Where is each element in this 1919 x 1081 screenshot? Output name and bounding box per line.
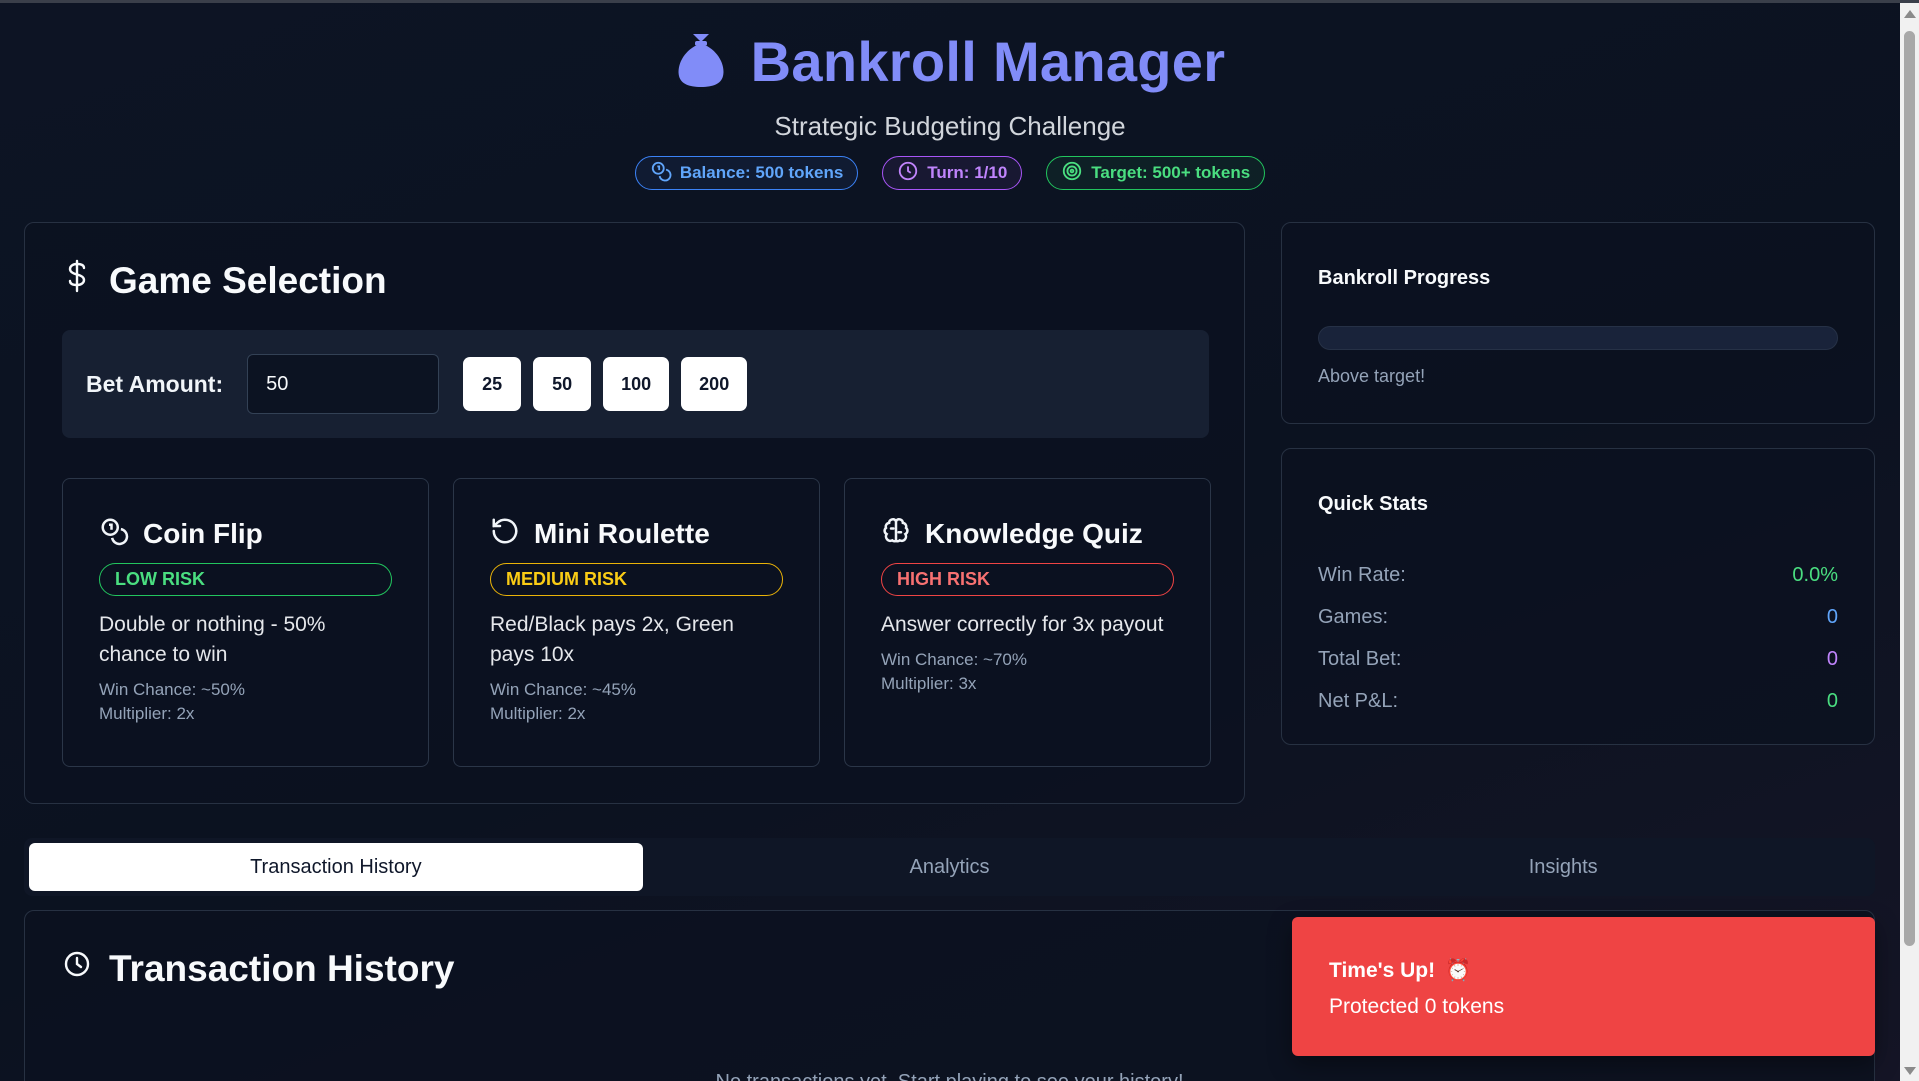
stat-label: Win Rate: bbox=[1318, 563, 1406, 586]
game-description: Red/Black pays 2x, Green pays 10x bbox=[490, 613, 734, 666]
game-selection-title: Game Selection bbox=[109, 259, 387, 301]
toast-title-row: Time's Up! ⏰ bbox=[1329, 959, 1838, 983]
progress-bar bbox=[1318, 326, 1838, 350]
scroll-down-arrow-icon[interactable] bbox=[1904, 1067, 1916, 1075]
target-badge: Target: 500+ tokens bbox=[1046, 156, 1266, 190]
game-card-mini-roulette[interactable]: Mini Roulette MEDIUM RISK Red/Black pays… bbox=[453, 478, 820, 767]
bet-amount-row: Bet Amount: 25 50 100 200 bbox=[62, 330, 1209, 438]
game-card-header: Mini Roulette bbox=[490, 517, 783, 551]
status-badges: Balance: 500 tokens Turn: 1/10 Target: 5… bbox=[0, 156, 1900, 190]
bet-amount-label: Bet Amount: bbox=[86, 370, 224, 397]
vertical-scrollbar[interactable] bbox=[1900, 3, 1919, 1081]
balance-badge: Balance: 500 tokens bbox=[634, 156, 859, 190]
scroll-up-arrow-icon[interactable] bbox=[1904, 10, 1916, 18]
transaction-history-title: Transaction History bbox=[109, 947, 455, 989]
game-description: Answer correctly for 3x payout bbox=[881, 613, 1164, 636]
target-text: Target: 500+ tokens bbox=[1091, 163, 1251, 182]
game-cards: Coin Flip LOW RISK Double or nothing - 5… bbox=[62, 478, 1211, 767]
tab-bar: Transaction History Analytics Insights bbox=[24, 838, 1875, 896]
multiplier: Multiplier: 2x bbox=[490, 704, 586, 723]
progress-note: Above target! bbox=[1318, 366, 1426, 386]
coins-icon bbox=[99, 516, 129, 553]
header: Bankroll Manager Strategic Budgeting Cha… bbox=[0, 29, 1900, 190]
stat-value: 0 bbox=[1826, 689, 1838, 712]
bet-chip-25[interactable]: 25 bbox=[463, 357, 522, 411]
stats-list: Win Rate: 0.0% Games: 0 Total Bet: 0 Net… bbox=[1318, 554, 1838, 722]
game-card-knowledge-quiz[interactable]: Knowledge Quiz HIGH RISK Answer correctl… bbox=[844, 478, 1211, 767]
clock-icon bbox=[897, 160, 919, 187]
game-description: Double or nothing - 50% chance to win bbox=[99, 613, 326, 666]
tab-analytics[interactable]: Analytics bbox=[643, 843, 1257, 891]
game-name: Coin Flip bbox=[143, 518, 263, 549]
stat-label: Total Bet: bbox=[1318, 647, 1402, 670]
stat-total-bet: Total Bet: 0 bbox=[1318, 638, 1838, 680]
coins-icon bbox=[650, 160, 672, 187]
game-meta: Win Chance: ~70% Multiplier: 3x bbox=[881, 648, 1174, 696]
clock-icon bbox=[63, 947, 91, 990]
turn-badge: Turn: 1/10 bbox=[882, 156, 1023, 190]
stat-label: Games: bbox=[1318, 605, 1389, 628]
multiplier: Multiplier: 3x bbox=[881, 674, 977, 693]
quick-stats-title: Quick Stats bbox=[1318, 493, 1429, 515]
dollar-icon bbox=[63, 259, 91, 302]
risk-badge: MEDIUM RISK bbox=[490, 563, 783, 596]
brain-icon bbox=[881, 516, 911, 553]
game-name: Knowledge Quiz bbox=[925, 518, 1143, 549]
title-row: Bankroll Manager bbox=[0, 29, 1900, 93]
tab-transaction-history[interactable]: Transaction History bbox=[29, 843, 643, 891]
page: Bankroll Manager Strategic Budgeting Cha… bbox=[0, 3, 1900, 1081]
bet-chip-200[interactable]: 200 bbox=[681, 357, 748, 411]
balance-text: Balance: 500 tokens bbox=[679, 163, 844, 182]
app-subtitle: Strategic Budgeting Challenge bbox=[774, 111, 1126, 141]
game-selection-heading: Game Selection bbox=[63, 259, 387, 302]
times-up-toast[interactable]: Time's Up! ⏰ Protected 0 tokens bbox=[1292, 917, 1875, 1056]
rotate-icon bbox=[490, 516, 520, 553]
alarm-clock-icon: ⏰ bbox=[1445, 959, 1472, 982]
win-chance: Win Chance: ~50% bbox=[99, 680, 245, 699]
game-card-header: Coin Flip bbox=[99, 517, 392, 551]
stat-games: Games: 0 bbox=[1318, 596, 1838, 638]
bankroll-progress-panel: Bankroll Progress Above target! bbox=[1281, 222, 1875, 424]
scrollbar-thumb[interactable] bbox=[1904, 31, 1915, 946]
quick-stats-panel: Quick Stats Win Rate: 0.0% Games: 0 Tota… bbox=[1281, 448, 1875, 745]
win-chance: Win Chance: ~45% bbox=[490, 680, 636, 699]
money-bag-icon bbox=[675, 30, 727, 93]
stat-value: 0 bbox=[1826, 647, 1838, 670]
bet-chip-100[interactable]: 100 bbox=[603, 357, 670, 411]
stat-net-pl: Net P&L: 0 bbox=[1318, 680, 1838, 722]
game-meta: Win Chance: ~50% Multiplier: 2x bbox=[99, 678, 392, 726]
multiplier: Multiplier: 2x bbox=[99, 704, 195, 723]
turn-text: Turn: 1/10 bbox=[927, 163, 1008, 182]
stat-win-rate: Win Rate: 0.0% bbox=[1318, 554, 1838, 596]
risk-badge: LOW RISK bbox=[99, 563, 392, 596]
target-icon bbox=[1061, 160, 1083, 187]
game-card-header: Knowledge Quiz bbox=[881, 517, 1174, 551]
toast-title: Time's Up! bbox=[1329, 959, 1436, 982]
stat-value: 0.0% bbox=[1792, 563, 1838, 586]
game-selection-panel: Game Selection Bet Amount: 25 50 100 200… bbox=[24, 222, 1245, 804]
app-title: Bankroll Manager bbox=[750, 29, 1226, 93]
bankroll-progress-title: Bankroll Progress bbox=[1318, 267, 1491, 289]
bet-chip-50[interactable]: 50 bbox=[533, 357, 592, 411]
risk-badge: HIGH RISK bbox=[881, 563, 1174, 596]
win-chance: Win Chance: ~70% bbox=[881, 650, 1027, 669]
tab-insights[interactable]: Insights bbox=[1256, 843, 1870, 891]
bet-chips: 25 50 100 200 bbox=[463, 357, 748, 411]
stat-label: Net P&L: bbox=[1318, 689, 1399, 712]
transaction-history-heading: Transaction History bbox=[63, 947, 454, 990]
game-name: Mini Roulette bbox=[534, 518, 710, 549]
bet-amount-input[interactable] bbox=[247, 354, 440, 414]
game-card-coin-flip[interactable]: Coin Flip LOW RISK Double or nothing - 5… bbox=[62, 478, 429, 767]
game-meta: Win Chance: ~45% Multiplier: 2x bbox=[490, 678, 783, 726]
stat-value: 0 bbox=[1826, 605, 1838, 628]
empty-history-text: No transactions yet. Start playing to se… bbox=[25, 1071, 1874, 1081]
toast-message: Protected 0 tokens bbox=[1329, 995, 1505, 1018]
